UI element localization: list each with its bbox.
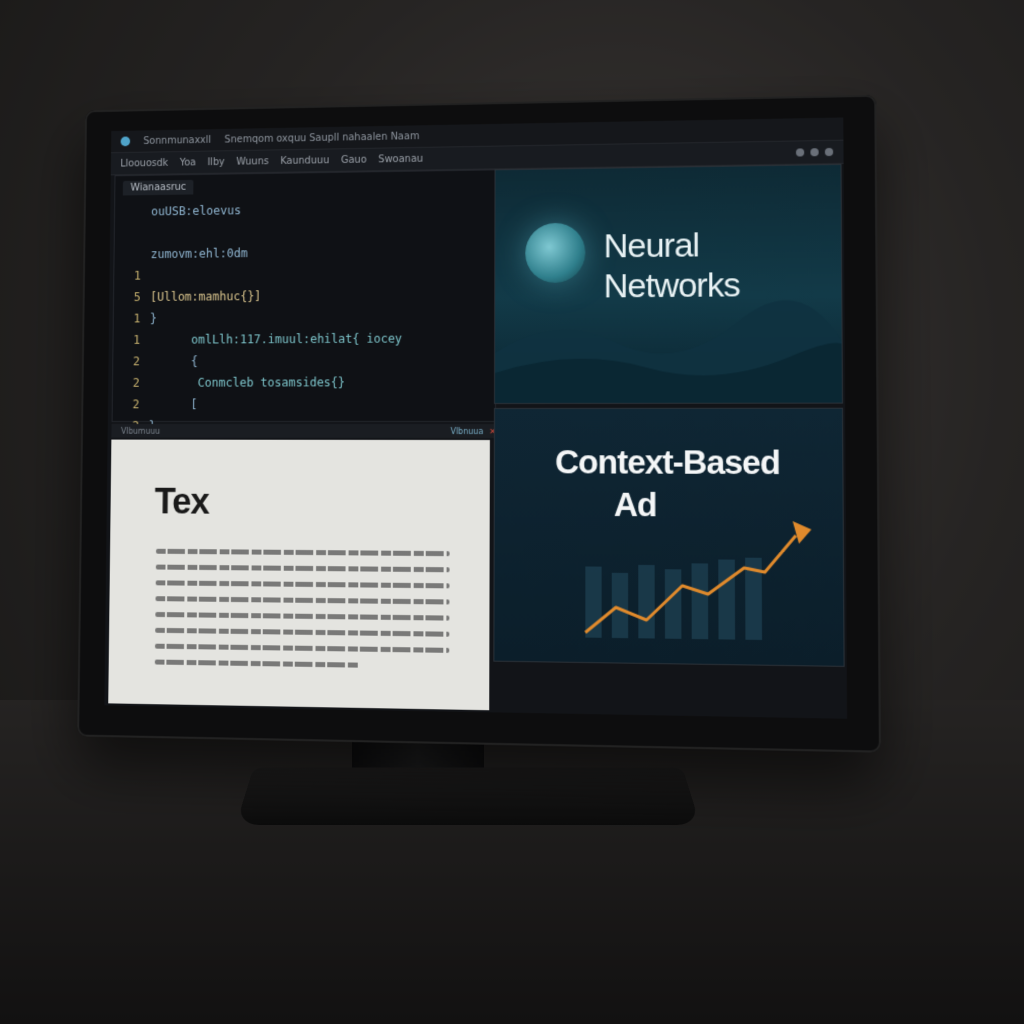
workspace: Wianaasruc ouUSB:eloevus zumovm:ehl:0dm … (104, 162, 847, 719)
line-number: 2 (113, 398, 149, 412)
code-line: 2 [ (113, 393, 495, 415)
close-icon[interactable] (825, 148, 833, 156)
chart-bar (718, 559, 735, 639)
menu-item[interactable]: Wuuns (236, 156, 269, 167)
chart-bar (638, 565, 654, 639)
chart-bar (665, 569, 682, 639)
line-number: 1 (114, 312, 150, 326)
code-line: 5 [Ullom:mamhuc{}] (114, 283, 495, 308)
menu-item[interactable]: Ilby (207, 157, 224, 168)
maximize-icon[interactable] (810, 148, 818, 156)
code-line: 2 { (113, 349, 495, 372)
window-controls (796, 148, 833, 157)
text-line (155, 596, 449, 604)
document-preview[interactable]: Tex (108, 440, 490, 711)
text-line (155, 628, 449, 637)
code-line: 1} (114, 305, 496, 329)
monitor: Sonnmunaxxll Snemqom oxquu Saupll nahaal… (77, 95, 881, 753)
app-logo-icon[interactable] (121, 136, 131, 146)
code-text: omlLlh:117.imuul:ehilat{ iocey (150, 332, 402, 347)
slide-title-line: Networks (604, 265, 740, 306)
menu-item[interactable]: Lloouosdk (120, 158, 168, 169)
menubar-spacer (435, 153, 784, 159)
text-line (156, 565, 450, 573)
minimize-icon[interactable] (796, 148, 804, 156)
menu-item[interactable]: Kaunduuu (280, 155, 329, 167)
menu-item[interactable]: Yoa (180, 157, 196, 168)
code-text: { (149, 354, 198, 368)
menu-item[interactable]: Swoanau (378, 153, 423, 165)
slide-neural-networks[interactable]: Neural Networks (494, 164, 843, 404)
code-text: ouUSB:eloevus (151, 204, 241, 219)
line-number: 2 (113, 376, 149, 390)
text-line (155, 644, 449, 653)
text-line (155, 660, 360, 668)
text-line (155, 612, 449, 621)
text-line (156, 580, 450, 588)
terminal-status-text: Vlbnuua (450, 426, 483, 435)
terminal-tab[interactable]: Vlbumuuu (121, 426, 160, 435)
code-text: [Ullom:mamhuc{}] (150, 289, 261, 304)
arrow-head-icon (793, 521, 812, 544)
code-line: 1 omlLlh:117.imuul:ehilat{ iocey (113, 327, 495, 351)
moon-icon (525, 223, 585, 283)
screen: Sonnmunaxxll Snemqom oxquu Saupll nahaal… (104, 117, 847, 718)
code-text: [ (149, 397, 198, 411)
chart-bar (692, 563, 709, 639)
mountains-illustration (495, 291, 842, 403)
code-editor[interactable]: Wianaasruc ouUSB:eloevus zumovm:ehl:0dm … (112, 169, 497, 422)
document-body (155, 538, 450, 680)
monitor-stand-base (236, 767, 701, 824)
line-number: 5 (114, 290, 150, 304)
titlebar-text-left: Sonnmunaxxll (143, 135, 211, 147)
titlebar-text-mid: Snemqom oxquu Saupll nahaalen Naam (225, 131, 420, 145)
menu-item[interactable]: Gauo (341, 154, 367, 165)
slide-title-line: Neural (604, 225, 740, 267)
code-area[interactable]: ouUSB:eloevus zumovm:ehl:0dm 1 5 [Ullom:m… (112, 196, 495, 437)
text-line (156, 549, 450, 556)
slide-title: Neural Networks (604, 225, 740, 307)
slide-context-ad[interactable]: Context-Based Ad (493, 408, 844, 667)
editor-tab[interactable]: Wianaasruc (123, 180, 194, 196)
chart-bar (612, 573, 628, 638)
code-text: } (150, 312, 157, 326)
code-text: zumovm:ehl:0dm (151, 246, 248, 261)
code-text: Conmcleb tosamsides{} (149, 375, 345, 389)
terminal-bar: Vlbumuuu Vlbnuua ✕ (111, 424, 504, 438)
trend-chart-illustration (555, 506, 833, 641)
line-number: 1 (113, 333, 149, 347)
code-line: 2 Conmcleb tosamsides{} (113, 371, 495, 394)
slide-title-line: Context-Based (555, 443, 780, 481)
line-number: 1 (114, 269, 150, 283)
chart-bars (585, 556, 762, 640)
document-title: Tex (154, 481, 209, 523)
line-number: 2 (113, 355, 149, 369)
